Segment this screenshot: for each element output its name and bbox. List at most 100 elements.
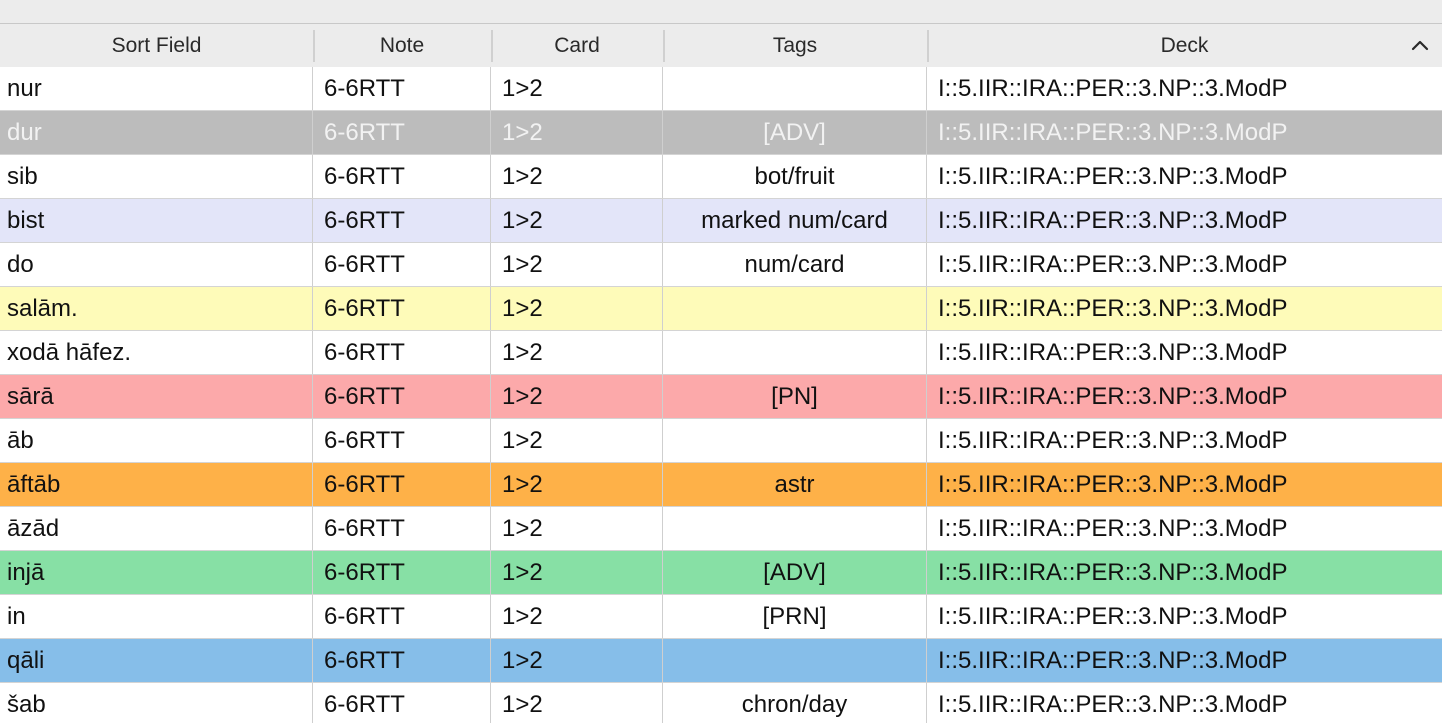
cell-note: 6-6RTT [313, 375, 491, 418]
cell-deck: I::5.IIR::IRA::PER::3.NP::3.ModP [938, 338, 1288, 366]
cell-note: 6-6RTT [313, 419, 491, 462]
cell-sort-field: in [0, 595, 313, 638]
cell-card: 1>2 [491, 683, 663, 723]
table-row[interactable]: salām. 6-6RTT 1>2 I::5.IIR::IRA::PER::3.NP:… [0, 287, 1442, 331]
cell-note: 6-6RTT [313, 155, 491, 198]
cell-tags [663, 419, 927, 462]
cell-note: 6-6RTT [313, 331, 491, 374]
table-row[interactable]: sib 6-6RTT 1>2 bot/fruit I::5.IIR::IRA::PER:… [0, 155, 1442, 199]
cell-sort-field: qāli [0, 639, 313, 682]
cell-card: 1>2 [491, 155, 663, 198]
cell-sort-field: salām. [0, 287, 313, 330]
cell-deck: I::5.IIR::IRA::PER::3.NP::3.ModP [938, 206, 1288, 234]
cell-sort-field: dur [0, 111, 313, 154]
column-header-note[interactable]: Note [313, 24, 491, 68]
cell-sort-field: sib [0, 155, 313, 198]
cell-deck: I::5.IIR::IRA::PER::3.NP::3.ModP [938, 470, 1288, 498]
cell-sort-field: xodā hāfez. [0, 331, 313, 374]
table-row[interactable]: nur 6-6RTT 1>2 I::5.IIR::IRA::PER::3.NP::3.… [0, 67, 1442, 111]
cell-deck: I::5.IIR::IRA::PER::3.NP::3.ModP [938, 426, 1288, 454]
column-header-label: Card [554, 34, 600, 57]
cell-card: 1>2 [491, 287, 663, 330]
cell-note: 6-6RTT [313, 67, 491, 110]
cell-tags: num/card [663, 243, 927, 286]
cell-tags [663, 331, 927, 374]
column-header-label: Sort Field [111, 34, 202, 57]
cell-tags [663, 67, 927, 110]
cell-deck: I::5.IIR::IRA::PER::3.NP::3.ModP [938, 250, 1288, 278]
cell-tags: [ADV] [663, 111, 927, 154]
cell-note: 6-6RTT [313, 639, 491, 682]
chevron-up-icon[interactable] [1406, 31, 1434, 59]
cell-card: 1>2 [491, 199, 663, 242]
cell-note: 6-6RTT [313, 287, 491, 330]
cell-note: 6-6RTT [313, 507, 491, 550]
cell-deck: I::5.IIR::IRA::PER::3.NP::3.ModP [938, 382, 1288, 410]
cell-sort-field: injā [0, 551, 313, 594]
card-browser: Sort Field Note Card Tags Deck nur 6-6RTT… [0, 0, 1442, 723]
cell-deck: I::5.IIR::IRA::PER::3.NP::3.ModP [938, 602, 1288, 630]
card-table-body: nur 6-6RTT 1>2 I::5.IIR::IRA::PER::3.NP::3.… [0, 67, 1442, 723]
table-row[interactable]: āzād 6-6RTT 1>2 I::5.IIR::IRA::PER::3.NP::3… [0, 507, 1442, 551]
cell-tags: astr [663, 463, 927, 506]
table-row[interactable]: do 6-6RTT 1>2 num/card I::5.IIR::IRA::PER::3… [0, 243, 1442, 287]
cell-deck: I::5.IIR::IRA::PER::3.NP::3.ModP [938, 74, 1288, 102]
cell-deck: I::5.IIR::IRA::PER::3.NP::3.ModP [938, 162, 1288, 190]
table-row[interactable]: āb 6-6RTT 1>2 I::5.IIR::IRA::PER::3.NP::3.M… [0, 419, 1442, 463]
cell-sort-field: sārā [0, 375, 313, 418]
cell-tags [663, 639, 927, 682]
cell-note: 6-6RTT [313, 463, 491, 506]
column-header-tags[interactable]: Tags [663, 24, 927, 68]
cell-card: 1>2 [491, 419, 663, 462]
cell-sort-field: bist [0, 199, 313, 242]
cell-deck: I::5.IIR::IRA::PER::3.NP::3.ModP [938, 118, 1288, 146]
cell-card: 1>2 [491, 463, 663, 506]
table-row[interactable]: āftāb 6-6RTT 1>2 astr I::5.IIR::IRA::PER::3.… [0, 463, 1442, 507]
cell-sort-field: āzād [0, 507, 313, 550]
column-header-sort-field[interactable]: Sort Field [0, 24, 313, 68]
column-header-label: Note [379, 34, 425, 57]
cell-deck: I::5.IIR::IRA::PER::3.NP::3.ModP [938, 558, 1288, 586]
column-header-card[interactable]: Card [491, 24, 663, 68]
cell-card: 1>2 [491, 595, 663, 638]
cell-card: 1>2 [491, 507, 663, 550]
cell-note: 6-6RTT [313, 243, 491, 286]
cell-tags [663, 287, 927, 330]
cell-tags: bot/fruit [663, 155, 927, 198]
cell-note: 6-6RTT [313, 111, 491, 154]
table-row[interactable]: xodā hāfez. 6-6RTT 1>2 I::5.IIR::IRA::PER::… [0, 331, 1442, 375]
table-row[interactable]: dur 6-6RTT 1>2 [ADV] I::5.IIR::IRA::PER::3.N… [0, 111, 1442, 155]
toolbar-strip [0, 0, 1442, 24]
table-row[interactable]: injā 6-6RTT 1>2 [ADV] I::5.IIR::IRA::PER::3.… [0, 551, 1442, 595]
cell-card: 1>2 [491, 375, 663, 418]
cell-deck: I::5.IIR::IRA::PER::3.NP::3.ModP [938, 294, 1288, 322]
cell-sort-field: do [0, 243, 313, 286]
cell-note: 6-6RTT [313, 199, 491, 242]
cell-card: 1>2 [491, 67, 663, 110]
table-row[interactable]: šab 6-6RTT 1>2 chron/day I::5.IIR::IRA::PER:… [0, 683, 1442, 723]
cell-deck: I::5.IIR::IRA::PER::3.NP::3.ModP [938, 514, 1288, 542]
column-header-label: Tags [772, 34, 818, 57]
cell-sort-field: nur [0, 67, 313, 110]
cell-card: 1>2 [491, 639, 663, 682]
table-row[interactable]: in 6-6RTT 1>2 [PRN] I::5.IIR::IRA::PER::3.NP… [0, 595, 1442, 639]
cell-tags: [PN] [663, 375, 927, 418]
cell-deck: I::5.IIR::IRA::PER::3.NP::3.ModP [938, 646, 1288, 674]
cell-sort-field: šab [0, 683, 313, 723]
cell-tags: chron/day [663, 683, 927, 723]
cell-tags: [PRN] [663, 595, 927, 638]
cell-tags [663, 507, 927, 550]
cell-sort-field: āftāb [0, 463, 313, 506]
cell-card: 1>2 [491, 111, 663, 154]
cell-card: 1>2 [491, 243, 663, 286]
cell-card: 1>2 [491, 551, 663, 594]
table-row[interactable]: sārā 6-6RTT 1>2 [PN] I::5.IIR::IRA::PER::3.N… [0, 375, 1442, 419]
column-header-deck[interactable]: Deck [927, 24, 1442, 68]
table-row[interactable]: qāli 6-6RTT 1>2 I::5.IIR::IRA::PER::3.NP::3… [0, 639, 1442, 683]
cell-note: 6-6RTT [313, 683, 491, 723]
cell-note: 6-6RTT [313, 551, 491, 594]
cell-note: 6-6RTT [313, 595, 491, 638]
column-header-label: Deck [1160, 34, 1209, 57]
cell-tags: marked num/card [663, 199, 927, 242]
table-row[interactable]: bist 6-6RTT 1>2 marked num/card I::5.IIR::IR… [0, 199, 1442, 243]
